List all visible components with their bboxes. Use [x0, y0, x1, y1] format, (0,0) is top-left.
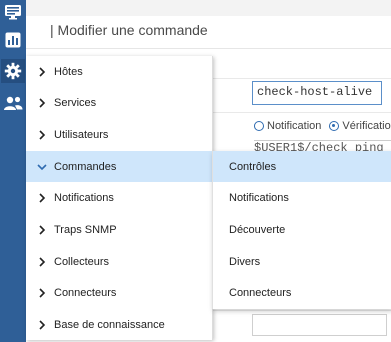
chevron-right-icon — [37, 319, 47, 330]
gear-icon[interactable] — [1, 59, 25, 83]
menu-item-label: Commandes — [54, 160, 117, 173]
menu-item-base-de-connaissance[interactable]: Base de connaissance — [26, 309, 212, 340]
notification-radio[interactable] — [254, 121, 264, 131]
command-name-input[interactable]: check-host-alive — [252, 81, 382, 105]
menu-item-label: Traps SNMP — [54, 223, 117, 236]
menu-item-commandes[interactable]: Commandes — [26, 151, 212, 182]
menu-item-services[interactable]: Services — [26, 87, 212, 118]
chevron-right-icon — [37, 66, 47, 77]
submenu-item-decouverte[interactable]: Découverte — [213, 214, 391, 245]
chevron-right-icon — [37, 129, 47, 140]
menu-item-traps-snmp[interactable]: Traps SNMP — [26, 214, 212, 245]
submenu-item-controles[interactable]: Contrôles — [213, 151, 391, 182]
left-nav-rail — [0, 0, 26, 342]
menu-item-label: Utilisateurs — [54, 128, 109, 141]
configuration-menu: Hôtes Services Utilisateurs Commandes No… — [26, 56, 213, 340]
menu-item-label: Connecteurs — [54, 286, 117, 299]
menu-item-label: Services — [54, 96, 97, 109]
chevron-right-icon — [37, 287, 47, 298]
menu-item-connecteurs[interactable]: Connecteurs — [26, 277, 212, 308]
chevron-right-icon — [37, 192, 47, 203]
command-type-radio-group: Notification Vérification — [254, 120, 391, 132]
bottom-input-field[interactable] — [252, 314, 387, 336]
notification-radio-label: Notification — [267, 120, 322, 132]
verification-radio-label: Vérification — [342, 120, 391, 132]
menu-item-label: Hôtes — [54, 65, 83, 78]
chevron-right-icon — [37, 256, 47, 267]
page-top-bar — [26, 0, 391, 16]
menu-item-label: Notifications — [54, 191, 114, 204]
menu-item-hotes[interactable]: Hôtes — [26, 56, 212, 87]
menu-item-utilisateurs[interactable]: Utilisateurs — [26, 119, 212, 150]
title-divider — [26, 48, 391, 49]
menu-item-notifications[interactable]: Notifications — [26, 182, 212, 213]
menu-item-label: Base de connaissance — [54, 318, 165, 331]
chevron-right-icon — [37, 97, 47, 108]
page-title: | Modifier une commande — [50, 22, 208, 38]
verification-radio[interactable] — [329, 121, 340, 131]
commandes-submenu: Contrôles Notifications Découverte Diver… — [212, 151, 391, 309]
monitor-icon[interactable] — [1, 0, 25, 24]
submenu-item-divers[interactable]: Divers — [213, 246, 391, 277]
chart-icon[interactable] — [1, 28, 25, 52]
users-icon[interactable] — [1, 91, 25, 115]
menu-item-label: Collecteurs — [54, 255, 110, 268]
submenu-item-notifications[interactable]: Notifications — [213, 182, 391, 213]
menu-item-collecteurs[interactable]: Collecteurs — [26, 246, 212, 277]
submenu-item-connecteurs[interactable]: Connecteurs — [213, 277, 391, 308]
chevron-down-icon — [37, 162, 47, 172]
chevron-right-icon — [37, 224, 47, 235]
